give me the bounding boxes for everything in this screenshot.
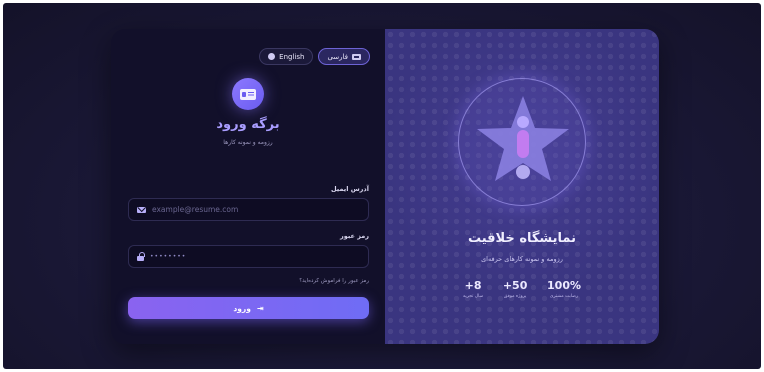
showcase-panel: نمایشگاه خلاقیت رزومه و نمونه کارهای حرف… xyxy=(385,29,659,344)
stat-label: سال تجربه xyxy=(463,294,484,299)
globe-icon xyxy=(268,53,276,60)
forgot-password-link[interactable]: رمز عبور را فراموش کرده‌اید؟ xyxy=(299,278,369,284)
logo-badge xyxy=(232,78,264,110)
email-input[interactable] xyxy=(152,205,352,214)
mail-icon xyxy=(137,206,146,213)
password-field[interactable]: •••••••• xyxy=(128,245,369,268)
login-button-label: ورود xyxy=(233,303,251,313)
star-exclamation-icon xyxy=(477,96,569,181)
stats-row: 100% رضایت مشتری 50+ پروژه موفق 8+ سال ت… xyxy=(463,279,581,299)
id-card-icon xyxy=(240,88,256,100)
stat-projects: 50+ پروژه موفق xyxy=(503,279,528,299)
login-button[interactable]: ورود ⇥ xyxy=(128,297,369,319)
language-persian-button[interactable]: فارسی xyxy=(318,48,370,65)
showcase-subtitle: رزومه و نمونه کارهای حرفه‌ای xyxy=(481,255,563,263)
stat-label: پروژه موفق xyxy=(503,294,527,299)
showcase-title: نمایشگاه خلاقیت xyxy=(467,231,577,246)
language-english-button[interactable]: English xyxy=(259,48,314,65)
page-subtitle: رزومه و نمونه کارها xyxy=(223,139,273,146)
stat-experience: 8+ سال تجربه xyxy=(463,279,483,299)
password-label: رمز عبور xyxy=(340,232,369,240)
stat-value: 100% xyxy=(547,279,581,292)
stat-value: 50+ xyxy=(502,279,528,292)
emblem xyxy=(458,78,586,206)
language-persian-label: فارسی xyxy=(327,52,348,61)
language-switcher: English فارسی xyxy=(259,48,370,65)
stat-value: 8+ xyxy=(464,279,482,292)
email-field[interactable] xyxy=(128,198,369,221)
login-form-panel: English فارسی برگه ورود رزومه و نمونه کا… xyxy=(111,29,385,344)
stat-label: رضایت مشتری xyxy=(549,294,579,299)
language-english-label: English xyxy=(279,52,305,61)
page-title: برگه ورود xyxy=(216,117,280,132)
login-arrow-icon: ⇥ xyxy=(256,303,264,313)
login-card: English فارسی برگه ورود رزومه و نمونه کا… xyxy=(111,29,659,344)
lock-icon xyxy=(137,252,145,261)
flag-icon xyxy=(352,53,361,60)
email-label: آدرس ایمیل xyxy=(330,185,369,193)
app-background: English فارسی برگه ورود رزومه و نمونه کا… xyxy=(3,3,761,369)
stat-satisfaction: 100% رضایت مشتری xyxy=(547,279,581,299)
password-value[interactable]: •••••••• xyxy=(150,253,186,260)
